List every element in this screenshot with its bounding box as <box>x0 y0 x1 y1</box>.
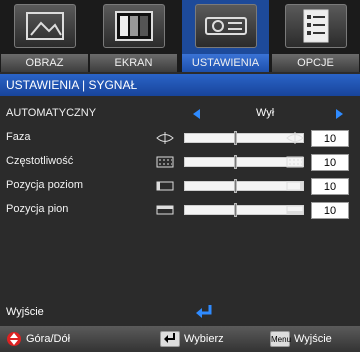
slider-knob[interactable] <box>234 131 237 145</box>
enter-key-icon <box>160 331 180 347</box>
projector-icon <box>194 4 257 48</box>
screen-icon <box>102 4 165 48</box>
phase-icon <box>156 132 174 144</box>
slider-value: 10 <box>311 202 349 219</box>
tab-bar: OBRAZ EKRAN USTAWIENIA OPCJE <box>0 0 360 72</box>
footer-nav-label: Góra/Dół <box>26 333 71 345</box>
slider-label: Faza <box>6 131 31 143</box>
slider-label: Częstotliwość <box>6 155 74 167</box>
exit-row[interactable]: Wyjście <box>0 302 360 322</box>
footer-select-label: Wybierz <box>184 333 224 345</box>
up-down-icon <box>7 332 21 346</box>
h-position-icon <box>156 181 174 191</box>
footer-bar: Góra/Dół Wybierz Menu Wyjście <box>0 326 360 352</box>
slider-row-faza[interactable]: Faza 10 <box>0 128 360 148</box>
osd-menu: OBRAZ EKRAN USTAWIENIA OPCJE USTAWIENIA … <box>0 0 360 352</box>
auto-row[interactable]: AUTOMATYCZNY Wył <box>0 104 360 124</box>
footer-exit-label: Wyjście <box>294 333 332 345</box>
slider-label: Pozycja pion <box>6 203 69 215</box>
tab-opcje[interactable]: OPCJE <box>272 0 359 72</box>
slider-value: 10 <box>311 130 349 147</box>
h-position-icon <box>286 181 304 191</box>
settings-panel: AUTOMATYCZNY Wył Faza 10 Częstotliwość 1… <box>0 96 360 326</box>
tab-label: EKRAN <box>90 54 177 72</box>
frequency-icon <box>156 156 174 168</box>
slider-value: 10 <box>311 178 349 195</box>
tab-label: USTAWIENIA <box>182 54 269 72</box>
slider-row-pozycja-pion[interactable]: Pozycja pion 10 <box>0 200 360 220</box>
slider-row-pozycja-poziom[interactable]: Pozycja poziom 10 <box>0 176 360 196</box>
slider-knob[interactable] <box>234 155 237 169</box>
checklist-icon <box>284 4 347 48</box>
arrow-left-icon[interactable] <box>193 109 200 119</box>
tab-obraz[interactable]: OBRAZ <box>1 0 88 72</box>
phase-icon <box>286 132 304 144</box>
menu-key-icon: Menu <box>270 331 291 347</box>
tab-label: OBRAZ <box>1 54 88 72</box>
slider-label: Pozycja poziom <box>6 179 84 191</box>
image-icon <box>13 4 76 48</box>
footer-nav: Góra/Dół <box>6 331 70 347</box>
v-position-icon <box>286 205 304 215</box>
frequency-icon <box>286 156 304 168</box>
tab-label: OPCJE <box>272 54 359 72</box>
v-position-icon <box>156 205 174 215</box>
tab-ustawienia[interactable]: USTAWIENIA <box>182 0 269 72</box>
section-title: USTAWIENIA | SYGNAŁ <box>0 74 360 96</box>
exit-label: Wyjście <box>6 306 44 318</box>
slider-knob[interactable] <box>234 203 237 217</box>
footer-select: Wybierz <box>160 331 224 347</box>
auto-value: Wył <box>256 107 275 119</box>
enter-icon[interactable] <box>195 304 213 320</box>
arrow-right-icon[interactable] <box>336 109 343 119</box>
slider-knob[interactable] <box>234 179 237 193</box>
auto-label: AUTOMATYCZNY <box>6 107 97 119</box>
slider-row-czestotliwosc[interactable]: Częstotliwość 10 <box>0 152 360 172</box>
slider-value: 10 <box>311 154 349 171</box>
footer-exit: Menu Wyjście <box>270 331 332 347</box>
tab-ekran[interactable]: EKRAN <box>90 0 177 72</box>
